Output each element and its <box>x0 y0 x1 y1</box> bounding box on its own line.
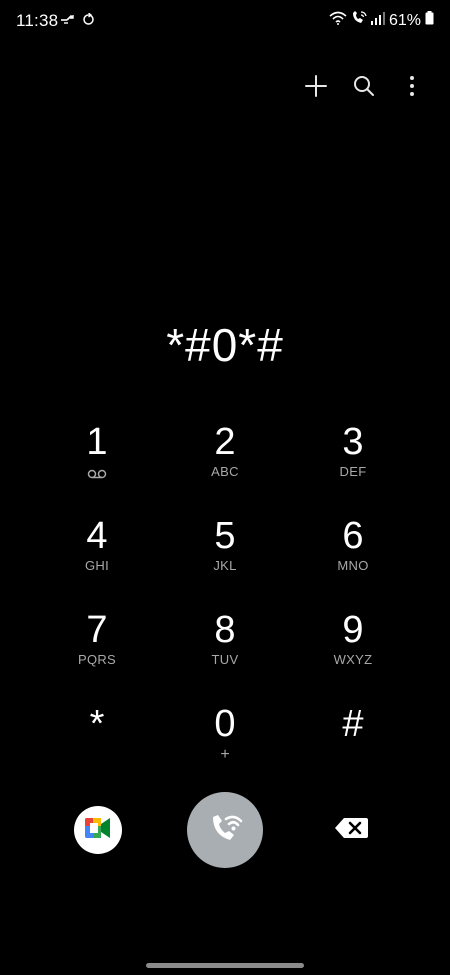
key-digit: * <box>89 703 105 745</box>
key-digit: 7 <box>86 609 108 651</box>
key-digit: 2 <box>214 421 236 463</box>
status-bar: 11:38 61% <box>0 0 450 44</box>
dialpad: 1 2 ABC 3 DEF 4 GHI 5 JKL 6 MNO 7 PQRS 8… <box>33 420 417 796</box>
key-digit: 8 <box>214 609 236 651</box>
key-letters: MNO <box>337 558 369 573</box>
key-letters: WXYZ <box>333 652 373 667</box>
key-2[interactable]: 2 ABC <box>161 420 289 514</box>
key-5[interactable]: 5 JKL <box>161 514 289 608</box>
bottom-actions <box>0 792 450 868</box>
search-icon <box>352 74 376 103</box>
key-letters: DEF <box>339 464 367 479</box>
key-digit: 9 <box>342 609 364 651</box>
key-letters: JKL <box>213 558 237 573</box>
key-digit: 0 <box>214 703 236 745</box>
key-letters: GHI <box>84 558 109 573</box>
more-options-button[interactable] <box>396 72 428 104</box>
status-left-icons <box>60 12 95 31</box>
key-digit: # <box>342 703 364 745</box>
add-icon <box>304 74 328 103</box>
dialed-number[interactable]: *#0*# <box>0 318 450 372</box>
backspace-icon <box>334 816 370 845</box>
key-0[interactable]: 0 + <box>161 702 289 796</box>
search-button[interactable] <box>348 72 380 104</box>
key-letters: TUV <box>211 652 239 667</box>
key-letters: ABC <box>211 464 239 479</box>
voicemail-icon <box>87 466 107 482</box>
battery-percent: 61% <box>388 11 421 29</box>
key-7[interactable]: 7 PQRS <box>33 608 161 702</box>
top-actions <box>300 72 428 104</box>
sync-icon <box>82 12 95 31</box>
key-star[interactable]: * <box>33 702 161 796</box>
google-meet-icon <box>83 816 113 845</box>
key-1[interactable]: 1 <box>33 420 161 514</box>
add-contact-button[interactable] <box>300 72 332 104</box>
wifi-icon <box>329 11 347 30</box>
key-letters: + <box>220 746 230 763</box>
missed-call-icon <box>60 13 76 31</box>
key-hash[interactable]: # <box>289 702 417 796</box>
signal-icon <box>370 11 385 30</box>
key-4[interactable]: 4 GHI <box>33 514 161 608</box>
key-digit: 1 <box>86 421 108 463</box>
wifi-calling-icon <box>351 11 367 30</box>
key-3[interactable]: 3 DEF <box>289 420 417 514</box>
video-call-button[interactable] <box>74 806 122 854</box>
call-button[interactable] <box>187 792 263 868</box>
wifi-call-icon <box>206 809 244 852</box>
key-digit: 4 <box>86 515 108 557</box>
key-letters: PQRS <box>77 652 117 667</box>
key-8[interactable]: 8 TUV <box>161 608 289 702</box>
status-right-icons: 61% <box>329 11 434 30</box>
delete-button[interactable] <box>330 814 374 846</box>
key-digit: 3 <box>342 421 364 463</box>
key-digit: 6 <box>342 515 364 557</box>
key-9[interactable]: 9 WXYZ <box>289 608 417 702</box>
more-options-icon <box>408 75 416 102</box>
key-6[interactable]: 6 MNO <box>289 514 417 608</box>
status-time: 11:38 <box>16 11 59 30</box>
battery-icon <box>425 11 434 30</box>
key-digit: 5 <box>214 515 236 557</box>
gesture-nav-handle[interactable] <box>146 963 304 968</box>
